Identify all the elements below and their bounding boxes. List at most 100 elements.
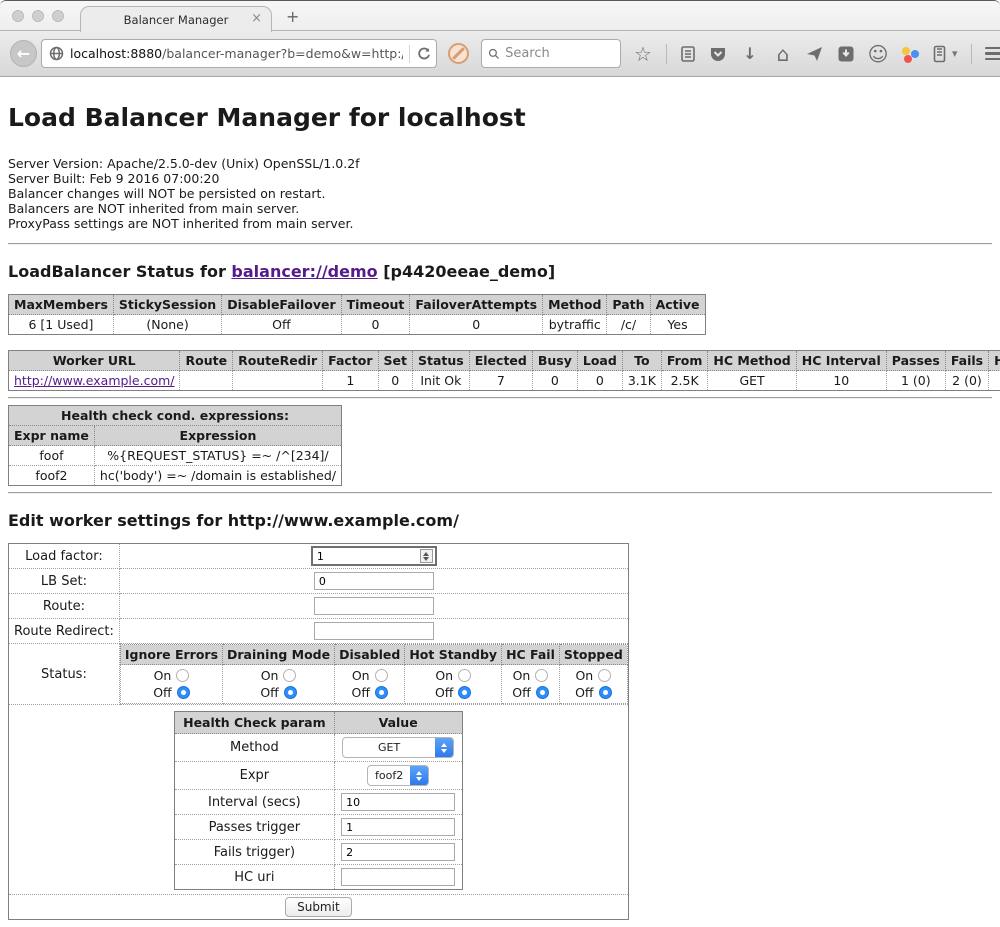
window-minimize-button[interactable] bbox=[32, 10, 44, 22]
col-from: From bbox=[661, 351, 708, 371]
method-select[interactable]: GET bbox=[342, 737, 454, 758]
search-icon bbox=[488, 47, 500, 61]
window-zoom-button[interactable] bbox=[52, 10, 64, 22]
table-row: 6 [1 Used] (None) Off 0 0 bytraffic /c/ … bbox=[9, 315, 706, 335]
smiley-icon[interactable]: ☺ bbox=[868, 44, 888, 64]
tab-title: Balancer Manager bbox=[124, 13, 229, 27]
cell-hc-method: GET bbox=[708, 371, 796, 391]
browser-window: Balancer Manager × + ← localhost:8880/ba… bbox=[0, 0, 1000, 927]
col-draining-mode: Draining Mode bbox=[223, 645, 335, 665]
cell-stickysession: (None) bbox=[113, 315, 221, 335]
url-divider bbox=[409, 45, 410, 63]
cell-status: Init Ok bbox=[413, 371, 470, 391]
window-controls bbox=[12, 10, 64, 22]
toolbar-icons: ☆ ↓ ⌂ ☺ ▾ bbox=[633, 44, 1000, 64]
edit-worker-heading: Edit worker settings for http://www.exam… bbox=[8, 511, 992, 530]
disabled-off-radio[interactable] bbox=[375, 686, 388, 699]
cell-factor: 1 bbox=[323, 371, 378, 391]
panel-download-icon[interactable] bbox=[837, 45, 855, 63]
draining-mode-off-radio[interactable] bbox=[284, 686, 297, 699]
worker-url-link[interactable]: http://www.example.com/ bbox=[14, 373, 174, 388]
table-header-row: Expr name Expression bbox=[9, 426, 342, 446]
url-bar[interactable]: localhost:8880/balancer-manager?b=demo&w… bbox=[41, 39, 437, 68]
col-expr-name: Expr name bbox=[9, 426, 95, 446]
fails-input[interactable] bbox=[341, 843, 455, 861]
reload-icon[interactable] bbox=[416, 46, 432, 62]
cell-fails: 2 (0) bbox=[945, 371, 988, 391]
cell-expression: %{REQUEST_STATUS} =~ /^[234]/ bbox=[94, 446, 341, 466]
new-tab-button[interactable]: + bbox=[286, 7, 299, 26]
search-input[interactable] bbox=[505, 46, 614, 61]
bookmark-star-icon[interactable]: ☆ bbox=[633, 44, 653, 64]
col-active: Active bbox=[650, 295, 705, 315]
col-expression: Expression bbox=[94, 426, 341, 446]
back-button[interactable]: ← bbox=[10, 40, 37, 67]
cell-method: bytraffic bbox=[543, 315, 607, 335]
col-hc-param: Health Check param bbox=[175, 712, 335, 734]
status-table: Ignore Errors Draining Mode Disabled Hot… bbox=[120, 644, 628, 704]
passes-input[interactable] bbox=[341, 818, 455, 836]
submit-button[interactable]: Submit bbox=[285, 897, 352, 917]
ignore-errors-off-radio[interactable] bbox=[177, 686, 190, 699]
home-icon[interactable]: ⌂ bbox=[773, 44, 793, 64]
number-spinner[interactable] bbox=[420, 549, 433, 563]
route-redirect-input[interactable] bbox=[314, 622, 434, 640]
chevron-down-icon[interactable]: ▾ bbox=[952, 47, 958, 60]
hc-fail-off-radio[interactable] bbox=[536, 686, 549, 699]
load-factor-label: Load factor: bbox=[9, 544, 120, 569]
balancer-link[interactable]: balancer://demo bbox=[231, 262, 377, 281]
worker-table: Worker URL Route RouteRedir Factor Set S… bbox=[8, 350, 1000, 391]
send-icon[interactable] bbox=[806, 46, 824, 62]
col-worker-url: Worker URL bbox=[9, 351, 180, 371]
lb-set-input[interactable] bbox=[314, 572, 434, 590]
device-panel-icon[interactable] bbox=[932, 45, 947, 63]
method-selected-value: GET bbox=[343, 741, 435, 754]
adblock-icon[interactable] bbox=[448, 43, 469, 64]
divider bbox=[8, 243, 992, 245]
on-label: On bbox=[513, 668, 531, 683]
expr-select[interactable]: foof2 bbox=[367, 765, 429, 786]
search-box[interactable] bbox=[481, 39, 621, 68]
on-label: On bbox=[261, 668, 279, 683]
expr-label: Expr bbox=[175, 762, 335, 790]
hc-fail-on-radio[interactable] bbox=[535, 669, 548, 682]
persist-note-line: Balancer changes will NOT be persisted o… bbox=[8, 186, 992, 201]
table-header-row: Ignore Errors Draining Mode Disabled Hot… bbox=[120, 645, 627, 665]
disabled-on-radio[interactable] bbox=[375, 669, 388, 682]
col-hc-fail: HC Fail bbox=[502, 645, 560, 665]
url-path: /balancer-manager?b=demo&w=http://www.ex… bbox=[162, 46, 403, 61]
off-label: Off bbox=[352, 685, 370, 700]
stopped-off-radio[interactable] bbox=[599, 686, 612, 699]
stopped-on-radio[interactable] bbox=[598, 669, 611, 682]
colored-dots-icon[interactable] bbox=[901, 45, 919, 63]
cell-timeout: 0 bbox=[341, 315, 410, 335]
pocket-icon[interactable] bbox=[709, 45, 727, 63]
server-version-line: Server Version: Apache/2.5.0-dev (Unix) … bbox=[8, 156, 992, 171]
menu-icon[interactable] bbox=[985, 47, 1000, 61]
col-routeredir: RouteRedir bbox=[233, 351, 323, 371]
hot-standby-off-radio[interactable] bbox=[458, 686, 471, 699]
ignore-errors-on-radio[interactable] bbox=[176, 669, 189, 682]
hc-row-passes: Passes trigger bbox=[175, 815, 463, 840]
tab-close-icon[interactable]: × bbox=[251, 12, 262, 26]
route-input[interactable] bbox=[314, 597, 434, 615]
col-disabled: Disabled bbox=[335, 645, 405, 665]
load-factor-input[interactable] bbox=[311, 546, 437, 566]
col-disablefailover: DisableFailover bbox=[222, 295, 341, 315]
col-load: Load bbox=[577, 351, 622, 371]
reading-list-icon[interactable] bbox=[680, 45, 696, 63]
form-row-route-redirect: Route Redirect: bbox=[9, 619, 629, 644]
hot-standby-on-radio[interactable] bbox=[458, 669, 471, 682]
window-close-button[interactable] bbox=[12, 10, 24, 22]
cell-hc-uri bbox=[989, 371, 1000, 391]
table-row: foof2 hc('body') =~ /domain is establish… bbox=[9, 466, 342, 486]
form-row-load-factor: Load factor: bbox=[9, 544, 629, 569]
draining-mode-on-radio[interactable] bbox=[283, 669, 296, 682]
downloads-icon[interactable]: ↓ bbox=[740, 44, 760, 64]
expr-table-title: Health check cond. expressions: bbox=[9, 406, 342, 426]
hc-uri-input[interactable] bbox=[341, 868, 455, 886]
interval-input[interactable] bbox=[341, 793, 455, 811]
browser-tab[interactable]: Balancer Manager × bbox=[80, 6, 272, 32]
select-arrows-icon bbox=[435, 737, 453, 758]
cell-load: 0 bbox=[577, 371, 622, 391]
